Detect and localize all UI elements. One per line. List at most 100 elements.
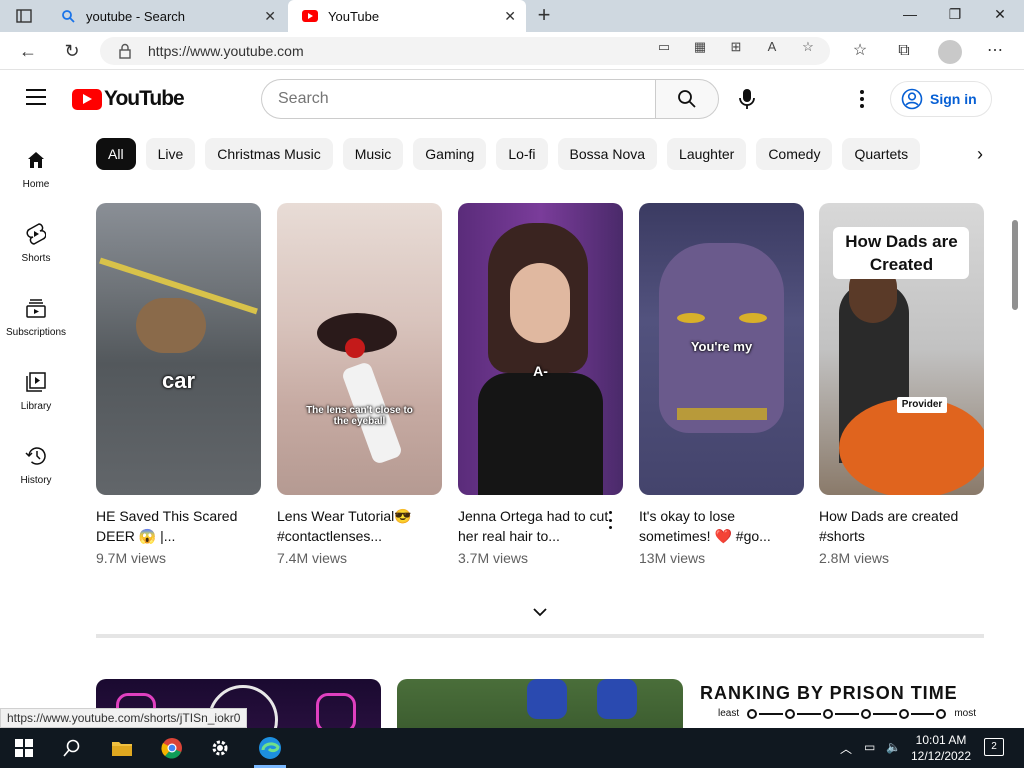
favorites-icon[interactable]: ☆: [850, 41, 870, 61]
close-tab-icon[interactable]: ✕: [264, 8, 276, 25]
short-card[interactable]: The lens can't close to the eyeball Lens…: [277, 203, 442, 566]
short-actions-kebab-icon[interactable]: [606, 511, 614, 529]
short-views: 7.4M views: [277, 550, 348, 566]
shorts-icon: [24, 222, 48, 246]
settings-gear-icon[interactable]: [208, 736, 232, 760]
windows-start-icon[interactable]: [12, 736, 36, 760]
library-icon: [24, 370, 48, 394]
close-tab-icon[interactable]: ✕: [504, 8, 516, 25]
clock-time: 10:01 AM: [915, 733, 967, 747]
chevron-down-icon[interactable]: [530, 603, 550, 621]
browser-tab-search[interactable]: youtube - Search ✕: [46, 0, 286, 32]
url-field[interactable]: https://www.youtube.com: [100, 37, 830, 65]
search-button[interactable]: [655, 79, 719, 119]
chip-lofi[interactable]: Lo-fi: [496, 138, 548, 170]
youtube-favicon-icon: [302, 8, 318, 24]
ranking-least-label: least: [718, 708, 740, 719]
menu-icon[interactable]: [26, 89, 46, 105]
short-title[interactable]: It's okay to lose sometimes! ❤️ #go...: [639, 506, 804, 546]
lock-icon: [118, 43, 132, 59]
minimize-icon[interactable]: —: [900, 6, 920, 26]
sidebar-item-history[interactable]: History: [0, 444, 72, 486]
profile-avatar[interactable]: [938, 40, 962, 64]
chevron-right-icon[interactable]: ›: [970, 144, 990, 164]
sign-in-button[interactable]: Sign in: [890, 81, 992, 117]
browser-tabstrip: youtube - Search ✕ YouTube ✕ + — ❐ ✕: [0, 0, 1024, 32]
add-favorite-icon[interactable]: ☆: [799, 38, 817, 56]
collections-icon[interactable]: ⧉: [894, 41, 914, 61]
chip-live[interactable]: Live: [145, 138, 196, 170]
chip-bossa-nova[interactable]: Bossa Nova: [557, 138, 658, 170]
tab-actions-icon[interactable]: [10, 6, 38, 26]
account-icon: [901, 88, 923, 110]
short-thumbnail[interactable]: The lens can't close to the eyeball: [277, 203, 442, 495]
home-icon: [24, 148, 48, 172]
sidebar-item-label: Shorts: [21, 253, 51, 264]
more-menu-icon[interactable]: ⋯: [985, 41, 1005, 61]
ranking-title: RANKING BY PRISON TIME: [700, 683, 958, 703]
ranking-thumbnail[interactable]: RANKING BY PRISON TIME least most: [700, 683, 990, 719]
section-divider: [96, 634, 984, 638]
chip-laughter[interactable]: Laughter: [667, 138, 747, 170]
tab-title: YouTube: [328, 8, 380, 24]
short-title[interactable]: HE Saved This Scared DEER 😱 |...: [96, 506, 261, 546]
edge-browser-icon[interactable]: [258, 736, 282, 760]
ranking-scale: least most: [700, 708, 990, 719]
settings-kebab-icon[interactable]: [852, 89, 872, 109]
chip-gaming[interactable]: Gaming: [413, 138, 487, 170]
sidebar-item-label: Library: [20, 401, 52, 412]
app-available-icon[interactable]: ▭: [655, 38, 673, 56]
back-arrow-icon[interactable]: ←: [18, 41, 38, 61]
search-box: [261, 79, 656, 119]
show-hidden-icons-icon[interactable]: ︿: [840, 740, 852, 757]
close-window-icon[interactable]: ✕: [990, 6, 1010, 26]
search-input[interactable]: [262, 80, 656, 118]
notifications-icon[interactable]: 2: [984, 738, 1004, 756]
grid-icon[interactable]: ▦: [691, 38, 709, 56]
short-card[interactable]: You're my It's okay to lose sometimes! ❤…: [639, 203, 804, 566]
short-thumbnail[interactable]: car: [96, 203, 261, 495]
chip-christmas-music[interactable]: Christmas Music: [205, 138, 333, 170]
youtube-play-icon: [72, 88, 102, 110]
short-title[interactable]: How Dads are created #shorts: [819, 506, 984, 546]
short-thumbnail[interactable]: How Dads are Created Provider: [819, 203, 984, 495]
thumbnail-caption: You're my: [690, 339, 753, 354]
search-icon[interactable]: [60, 736, 84, 760]
browser-tab-youtube[interactable]: YouTube ✕: [288, 0, 526, 32]
extensions-icon[interactable]: ⊞: [727, 38, 745, 56]
short-thumbnail[interactable]: You're my: [639, 203, 804, 495]
refresh-icon[interactable]: ↻: [62, 41, 82, 61]
taskbar-clock[interactable]: 10:01 AM 12/12/2022: [908, 732, 974, 764]
file-explorer-icon[interactable]: [110, 736, 134, 760]
read-aloud-icon[interactable]: A: [763, 38, 781, 56]
restore-icon[interactable]: ❐: [945, 6, 965, 26]
short-card[interactable]: How Dads are Created Provider How Dads a…: [819, 203, 984, 566]
chip-music[interactable]: Music: [342, 138, 404, 170]
sidebar-item-shorts[interactable]: Shorts: [0, 222, 72, 264]
page-scrollbar[interactable]: [1012, 220, 1018, 310]
youtube-logo[interactable]: YouTube: [72, 87, 185, 111]
chip-comedy[interactable]: Comedy: [756, 138, 833, 170]
history-icon: [24, 444, 48, 468]
short-title[interactable]: Lens Wear Tutorial😎 #contactlenses...: [277, 506, 442, 546]
chrome-icon[interactable]: [160, 736, 184, 760]
address-bar-row: ← ↻ https://www.youtube.com ▭ ▦ ⊞ A ☆ ☆ …: [0, 32, 1024, 70]
short-card[interactable]: A- Jenna Ortega had to cut her real hair…: [458, 203, 623, 566]
filter-chips-bar: All Live Christmas Music Music Gaming Lo-fi Bo…: [96, 138, 966, 172]
network-icon[interactable]: ▭: [864, 740, 875, 754]
short-title[interactable]: Jenna Ortega had to cut her real hair to…: [458, 506, 623, 546]
short-thumbnail[interactable]: A-: [458, 203, 623, 495]
sign-in-label: Sign in: [930, 91, 977, 107]
sidebar-item-label: Home: [22, 179, 50, 190]
sidebar-item-home[interactable]: Home: [0, 148, 72, 190]
sidebar-item-library[interactable]: Library: [0, 370, 72, 412]
chip-quartets[interactable]: Quartets: [842, 138, 921, 170]
sidebar-item-label: History: [20, 475, 52, 486]
volume-icon[interactable]: 🔈: [886, 740, 901, 754]
microphone-icon[interactable]: [736, 87, 758, 111]
short-card[interactable]: car HE Saved This Scared DEER 😱 |... 9.7…: [96, 203, 261, 566]
new-tab-button[interactable]: +: [534, 4, 554, 28]
short-views: 2.8M views: [819, 550, 890, 566]
chip-all[interactable]: All: [96, 138, 136, 170]
sidebar-item-subscriptions[interactable]: Subscriptions: [0, 296, 72, 338]
